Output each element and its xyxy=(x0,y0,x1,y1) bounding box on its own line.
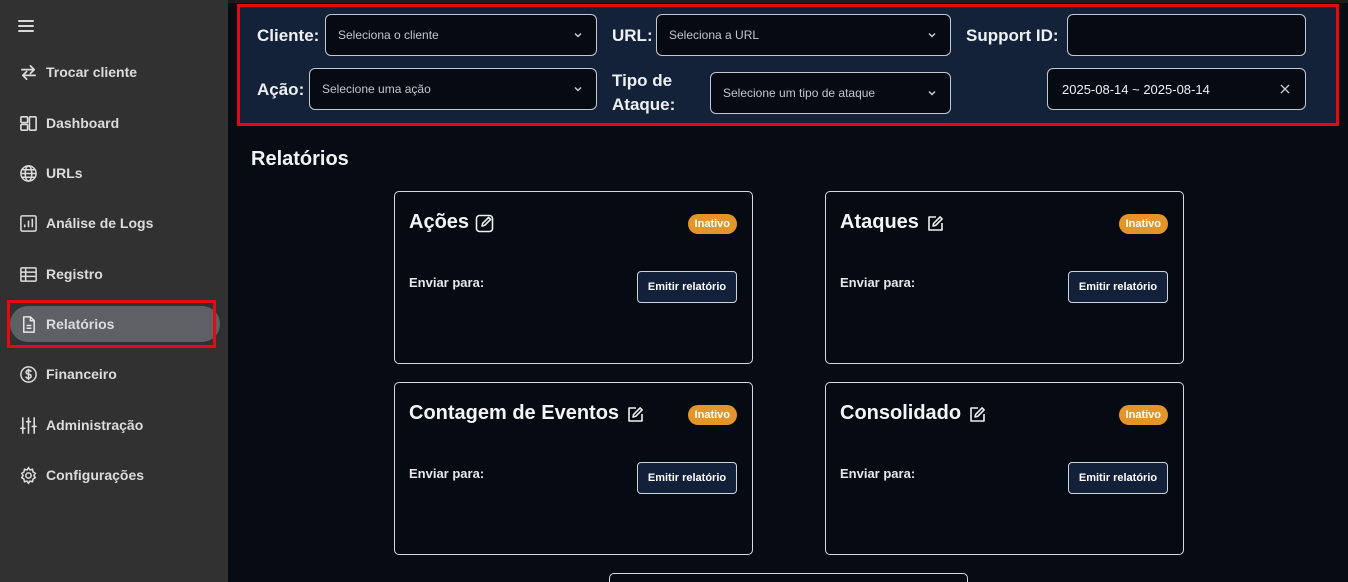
chevron-down-icon xyxy=(574,32,582,38)
report-card-contagem-eventos: Contagem de Eventos Inativo Enviar para:… xyxy=(394,382,753,555)
acao-select[interactable]: Selecione uma ação xyxy=(309,68,597,110)
acao-select-value: Selecione uma ação xyxy=(322,82,431,96)
sliders-icon xyxy=(18,415,38,435)
sidebar-item-label: Configurações xyxy=(46,467,145,483)
dollar-circle-icon xyxy=(18,364,38,384)
edit-icon[interactable] xyxy=(475,213,495,233)
cliente-select-value: Seleciona o cliente xyxy=(338,28,439,42)
status-badge: Inativo xyxy=(687,405,737,425)
report-card-title-text: Consolidado xyxy=(840,402,962,424)
emit-report-button[interactable]: Emitir relatório xyxy=(1068,462,1168,494)
edit-icon[interactable] xyxy=(967,404,987,424)
sidebar-item-configuracoes[interactable]: Configurações xyxy=(10,457,220,493)
sidebar-item-label: Registro xyxy=(46,266,103,282)
emit-report-button[interactable]: Emitir relatório xyxy=(637,271,737,303)
sidebar-item-financeiro[interactable]: Financeiro xyxy=(10,356,220,392)
sidebar-item-label: Financeiro xyxy=(46,366,117,382)
sidebar: Trocar cliente Dashboard URLs Análise de… xyxy=(0,0,228,582)
table-list-icon xyxy=(18,264,38,284)
chevron-down-icon xyxy=(574,86,582,92)
filter-bar: Cliente: Seleciona o cliente URL: Seleci… xyxy=(237,4,1339,126)
url-label: URL: xyxy=(612,26,653,45)
sidebar-item-dashboard[interactable]: Dashboard xyxy=(10,105,220,141)
send-to-label: Enviar para: xyxy=(409,275,485,290)
edit-icon[interactable] xyxy=(925,213,945,233)
emit-report-button[interactable]: Emitir relatório xyxy=(1068,271,1168,303)
emit-report-button[interactable]: Emitir relatório xyxy=(637,462,737,494)
send-to-label: Enviar para: xyxy=(409,466,485,481)
tipo-ataque-label-line1: Tipo de xyxy=(612,71,673,90)
sidebar-item-label: Trocar cliente xyxy=(46,64,138,80)
support-id-input[interactable] xyxy=(1067,14,1306,56)
tipo-ataque-select-value: Selecione um tipo de ataque xyxy=(723,86,876,100)
tipo-ataque-label-line2: Ataque: xyxy=(612,95,676,114)
globe-icon xyxy=(18,163,38,183)
report-card-title: Ataques xyxy=(840,211,945,234)
acao-label: Ação: xyxy=(257,80,305,99)
report-card-title: Consolidado xyxy=(840,402,987,425)
chart-icon xyxy=(18,213,38,233)
document-icon xyxy=(18,314,38,334)
sidebar-item-urls[interactable]: URLs xyxy=(10,155,220,191)
cliente-select[interactable]: Seleciona o cliente xyxy=(325,14,597,56)
date-range-picker[interactable]: 2025-08-14 ~ 2025-08-14 xyxy=(1047,68,1306,110)
report-card-title-text: Ações xyxy=(409,211,470,233)
gear-icon xyxy=(18,465,38,485)
edit-icon[interactable] xyxy=(625,404,645,424)
sidebar-item-label: Análise de Logs xyxy=(46,215,154,231)
status-badge: Inativo xyxy=(1118,405,1168,425)
hamburger-menu-icon[interactable] xyxy=(18,20,38,36)
chevron-down-icon xyxy=(928,90,936,96)
status-badge: Inativo xyxy=(1118,214,1168,234)
report-card-title: Contagem de Eventos xyxy=(409,402,645,425)
sidebar-item-label: Administração xyxy=(46,417,144,433)
sidebar-item-administracao[interactable]: Administração xyxy=(10,407,220,443)
report-card-acoes: Ações Inativo Enviar para: Emitir relató… xyxy=(394,191,753,364)
sidebar-item-registro[interactable]: Registro xyxy=(10,256,220,292)
close-icon[interactable] xyxy=(1279,83,1291,95)
tipo-ataque-select[interactable]: Selecione um tipo de ataque xyxy=(710,72,951,114)
sidebar-item-label: URLs xyxy=(46,165,83,181)
sidebar-item-label: Dashboard xyxy=(46,115,120,131)
report-card-consolidado: Consolidado Inativo Enviar para: Emitir … xyxy=(825,382,1184,555)
send-to-label: Enviar para: xyxy=(840,275,916,290)
chevron-down-icon xyxy=(928,32,936,38)
page-title: Relatórios xyxy=(251,148,349,170)
swap-arrows-icon xyxy=(18,62,38,82)
report-card-ataques: Ataques Inativo Enviar para: Emitir rela… xyxy=(825,191,1184,364)
sidebar-item-label: Relatórios xyxy=(46,316,115,332)
sidebar-item-trocar-cliente[interactable]: Trocar cliente xyxy=(10,54,220,90)
report-card-title-text: Ataques xyxy=(840,211,919,233)
report-card-title: Ações xyxy=(409,211,495,234)
report-card-partial xyxy=(609,573,968,582)
send-to-label: Enviar para: xyxy=(840,466,916,481)
sidebar-item-relatorios[interactable]: Relatórios xyxy=(10,306,220,342)
report-card-title-text: Contagem de Eventos xyxy=(409,402,620,424)
url-select[interactable]: Seleciona a URL xyxy=(656,14,951,56)
url-select-value: Seleciona a URL xyxy=(669,28,760,42)
dashboard-icon xyxy=(18,113,38,133)
status-badge: Inativo xyxy=(687,214,737,234)
sidebar-item-analise-logs[interactable]: Análise de Logs xyxy=(10,205,220,241)
date-range-value: 2025-08-14 ~ 2025-08-14 xyxy=(1062,81,1210,97)
support-id-label: Support ID: xyxy=(966,26,1059,45)
cliente-label: Cliente: xyxy=(257,26,320,45)
